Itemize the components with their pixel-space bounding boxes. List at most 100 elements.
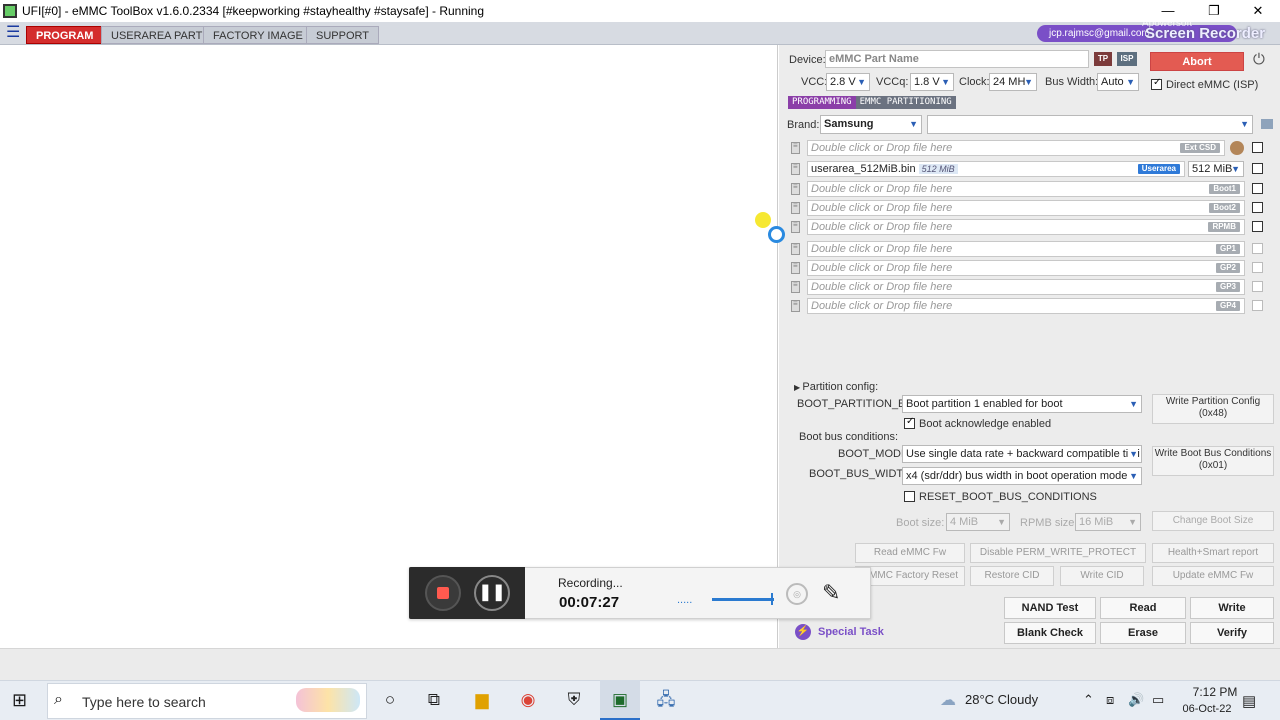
reset-boot-bus-label: RESET_BOOT_BUS_CONDITIONS: [919, 491, 1097, 503]
rpmb-file-field[interactable]: Double click or Drop file here RPMB: [807, 219, 1245, 235]
update-emmc-fw-button[interactable]: Update eMMC Fw: [1152, 566, 1274, 586]
tp-badge[interactable]: TP: [1094, 52, 1112, 66]
webcam-icon[interactable]: ◎: [786, 583, 808, 605]
verify-button[interactable]: Verify: [1190, 622, 1274, 644]
userarea-file-field[interactable]: userarea_512MiB.bin 512 MiB Userarea: [807, 161, 1185, 177]
partition-config-header[interactable]: ▶ Partition config:: [794, 381, 878, 393]
gp3-badge: GP3: [1215, 282, 1240, 292]
power-icon[interactable]: ⏻: [1253, 51, 1265, 68]
chevron-down-icon: ▼: [997, 517, 1006, 527]
disable-perm-write-protect-button[interactable]: Disable PERM_WRITE_PROTECT: [970, 543, 1146, 563]
userarea-checkbox[interactable]: [1252, 163, 1263, 174]
write-boot-bus-button[interactable]: Write Boot Bus Conditions (0x01): [1152, 446, 1274, 476]
cortana-icon[interactable]: ○: [378, 688, 402, 712]
file-explorer-icon[interactable]: ▆: [470, 688, 494, 712]
notifications-icon[interactable]: ▤: [1242, 692, 1256, 710]
vccq-select[interactable]: 1.8 V ▼: [910, 73, 954, 91]
read-button[interactable]: Read: [1100, 597, 1186, 619]
brand-select[interactable]: Samsung ▼: [820, 115, 922, 134]
reset-boot-bus-checkbox[interactable]: [904, 491, 915, 502]
clock-date[interactable]: 06-Oct-22: [1176, 703, 1238, 715]
tab-userarea-part[interactable]: USERAREA PART: [101, 26, 213, 44]
write-cid-button[interactable]: Write CID: [1060, 566, 1144, 586]
emmc-factory-reset-button[interactable]: eMMC Factory Reset: [855, 566, 965, 586]
windows-start-icon[interactable]: ⊞: [12, 690, 32, 710]
pause-recording-button[interactable]: ❚❚: [474, 575, 510, 611]
nand-test-button[interactable]: NAND Test: [1004, 597, 1096, 619]
userarea-size-select[interactable]: 512 MiB ▼: [1188, 161, 1244, 177]
chrome-icon[interactable]: ◉: [516, 688, 540, 712]
clock-time[interactable]: 7:12 PM: [1184, 685, 1246, 699]
blank-check-button[interactable]: Blank Check: [1004, 622, 1096, 644]
stop-recording-button[interactable]: [425, 575, 461, 611]
tab-support[interactable]: SUPPORT: [306, 26, 379, 44]
emmc-toolbox-taskbar-icon[interactable]: ▣: [608, 688, 632, 712]
erase-button[interactable]: Erase: [1100, 622, 1186, 644]
model-select[interactable]: ▼: [927, 115, 1253, 134]
vcc-value: 2.8 V: [830, 76, 856, 88]
volume-slider[interactable]: [712, 598, 774, 601]
gp3-file-field[interactable]: Double click or Drop file here GP3: [807, 279, 1245, 295]
read-emmc-fw-button[interactable]: Read eMMC Fw: [855, 543, 965, 563]
bus-width-select[interactable]: Auto ▼: [1097, 73, 1139, 91]
boot-ack-checkbox[interactable]: [904, 416, 915, 429]
boot-partition-value: Boot partition 1 enabled for boot: [906, 398, 1063, 410]
partition-config-title: Partition config:: [802, 381, 879, 393]
boot-size-select[interactable]: 4 MiB ▼: [946, 513, 1010, 531]
chevron-down-icon: ▼: [1240, 119, 1249, 129]
ext-csd-file-field[interactable]: Double click or Drop file here Ext CSD: [807, 140, 1225, 156]
network-icon[interactable]: ⧈: [1106, 692, 1114, 708]
chevron-up-icon[interactable]: ⌃: [1083, 692, 1094, 708]
boot-mode-select[interactable]: Use single data rate + backward compatib…: [902, 445, 1142, 463]
click-highlight: [755, 212, 771, 228]
device-name-field[interactable]: eMMC Part Name: [825, 50, 1089, 68]
tab-factory-image[interactable]: FACTORY IMAGE: [203, 26, 313, 44]
gp2-checkbox[interactable]: [1252, 262, 1263, 273]
folder-icon[interactable]: [1261, 119, 1273, 129]
isp-badge[interactable]: ISP: [1117, 52, 1137, 66]
pen-icon[interactable]: ✎: [822, 580, 840, 606]
gp3-checkbox[interactable]: [1252, 281, 1263, 292]
change-boot-size-button[interactable]: Change Boot Size: [1152, 511, 1274, 531]
special-task-link[interactable]: Special Task: [818, 626, 884, 638]
gp4-file-field[interactable]: Double click or Drop file here GP4: [807, 298, 1245, 314]
abort-button[interactable]: Abort: [1150, 52, 1244, 71]
gp1-badge: GP1: [1215, 244, 1240, 254]
userarea-badge: Userarea: [1137, 164, 1180, 174]
boot2-file-field[interactable]: Double click or Drop file here Boot2: [807, 200, 1245, 216]
rpmb-size-select[interactable]: 16 MiB ▼: [1075, 513, 1141, 531]
restore-cid-button[interactable]: Restore CID: [970, 566, 1054, 586]
clock-select[interactable]: 24 MH ▼: [989, 73, 1037, 91]
boot-bus-width-select[interactable]: x4 (sdr/ddr) bus width in boot operation…: [902, 467, 1142, 485]
volume-slider-knob[interactable]: [771, 593, 773, 605]
gp1-file-field[interactable]: Double click or Drop file here GP1: [807, 241, 1245, 257]
write-button[interactable]: Write: [1190, 597, 1274, 619]
direct-emmc-checkbox[interactable]: [1151, 77, 1162, 90]
maximize-button[interactable]: ❐: [1192, 0, 1236, 22]
gp2-file-field[interactable]: Double click or Drop file here GP2: [807, 260, 1245, 276]
vcc-label: VCC:: [801, 76, 828, 88]
boot1-file-field[interactable]: Double click or Drop file here Boot1: [807, 181, 1245, 197]
boot1-checkbox[interactable]: [1252, 183, 1263, 194]
shield-icon[interactable]: ⛨: [562, 688, 586, 712]
ext-csd-badge: Ext CSD: [1180, 143, 1220, 153]
health-smart-report-button[interactable]: Health+Smart report: [1152, 543, 1274, 563]
hamburger-menu-icon[interactable]: ☰: [6, 25, 22, 41]
boot2-checkbox[interactable]: [1252, 202, 1263, 213]
volume-icon[interactable]: 🔊: [1128, 692, 1144, 708]
gp4-checkbox[interactable]: [1252, 300, 1263, 311]
boot-partition-select[interactable]: Boot partition 1 enabled for boot ▼: [902, 395, 1142, 413]
vcc-select[interactable]: 2.8 V ▼: [826, 73, 870, 91]
battery-icon[interactable]: ▭: [1152, 692, 1164, 708]
write-partition-config-button[interactable]: Write Partition Config (0x48): [1152, 394, 1274, 424]
tab-program[interactable]: PROGRAM: [26, 26, 104, 44]
network-app-icon[interactable]: 🖧: [654, 688, 678, 712]
chevron-down-icon: ▼: [1129, 399, 1138, 409]
rpmb-checkbox[interactable]: [1252, 221, 1263, 232]
close-button[interactable]: ✕: [1236, 0, 1280, 22]
file-icon: [791, 242, 800, 255]
gp1-checkbox[interactable]: [1252, 243, 1263, 254]
ext-csd-checkbox[interactable]: [1252, 142, 1263, 153]
weather-text[interactable]: 28°C Cloudy: [965, 692, 1038, 707]
task-view-icon[interactable]: ⧉: [422, 688, 446, 712]
